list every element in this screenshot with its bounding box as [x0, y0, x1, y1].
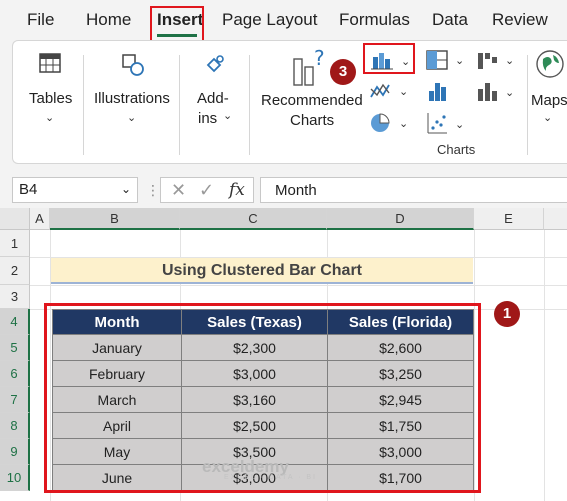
ribbon-separator: [179, 55, 180, 155]
svg-text:⌄: ⌄: [399, 85, 408, 98]
row-header-1[interactable]: 1: [0, 230, 30, 257]
table-icon: [39, 53, 61, 73]
row-header-9[interactable]: 9: [0, 439, 30, 465]
cancel-icon[interactable]: ✕: [171, 180, 186, 201]
step-marker-3: 3: [330, 59, 356, 85]
formula-buttons: ✕ ✓ fx: [160, 177, 254, 203]
svg-text:⌄: ⌄: [399, 117, 408, 130]
gridline: [30, 285, 567, 286]
watermark: exceldemy EXCEL · DATA · BI: [202, 457, 317, 481]
hierarchy-chart-button[interactable]: ⌄: [425, 47, 469, 73]
svg-text:?: ?: [314, 47, 325, 70]
tables-label: Tables: [29, 90, 73, 107]
svg-text:⌄: ⌄: [455, 54, 464, 67]
formula-bar: B4 ⌄ ⋮ ✕ ✓ fx Month: [0, 172, 567, 208]
insert-tab-highlight: [150, 6, 204, 42]
recommended-charts-icon: ?: [293, 47, 325, 86]
pie-chart-icon: ⌄: [371, 113, 408, 132]
ribbon-separator: [249, 55, 250, 155]
scatter-chart-icon: ⌄: [427, 113, 464, 134]
pie-chart-button[interactable]: ⌄: [369, 111, 413, 135]
more-icon: ⋮: [146, 182, 160, 198]
scatter-chart-button[interactable]: ⌄: [425, 111, 469, 137]
chevron-down-icon: ⌄: [45, 112, 55, 124]
row-header-7[interactable]: 7: [0, 387, 30, 413]
watermark-tagline: EXCEL · DATA · BI: [224, 474, 317, 481]
row-header-5[interactable]: 5: [0, 335, 30, 361]
column-header-f[interactable]: [544, 208, 567, 230]
row-header-10[interactable]: 10: [0, 465, 30, 491]
line-chart-icon: ⌄: [370, 83, 408, 98]
tab-home[interactable]: Home: [86, 10, 131, 30]
column-header-b[interactable]: B: [50, 208, 180, 230]
ribbon-area: Tables ⌄ Illustrations ⌄ Add- ins ⌄ ? Re…: [0, 40, 567, 172]
maps-label: Maps: [531, 92, 567, 109]
name-box[interactable]: B4 ⌄: [12, 177, 138, 203]
globe-icon: [536, 50, 564, 78]
illustrations-label: Illustrations: [94, 90, 170, 107]
row-header-4[interactable]: 4: [0, 309, 30, 335]
tab-data[interactable]: Data: [432, 10, 468, 30]
insert-function-icon[interactable]: fx: [229, 180, 245, 200]
addins-label-line1: Add-: [197, 90, 229, 107]
ribbon: Tables ⌄ Illustrations ⌄ Add- ins ⌄ ? Re…: [12, 40, 567, 164]
name-box-value: B4: [19, 181, 38, 198]
menu-bar: File Home Insert Page Layout Formulas Da…: [0, 0, 567, 40]
formula-input[interactable]: Month: [260, 177, 567, 203]
waterfall-chart-button[interactable]: ⌄: [475, 47, 519, 73]
column-header-c[interactable]: C: [180, 208, 327, 230]
chevron-down-icon[interactable]: ⌄: [121, 182, 131, 196]
addins-label-line2: ins: [198, 110, 218, 127]
histogram-chart-icon: [429, 83, 446, 101]
recommended-charts-label-line1: Recommended: [261, 92, 363, 109]
gridline: [544, 230, 545, 501]
chevron-down-icon: ⌄: [223, 110, 233, 122]
ribbon-separator: [527, 55, 528, 155]
confirm-icon[interactable]: ✓: [199, 180, 214, 201]
tab-review[interactable]: Review: [492, 10, 548, 30]
combo-chart-button[interactable]: ⌄: [475, 79, 519, 105]
addins-icon: [206, 55, 224, 73]
shapes-icon: [122, 54, 144, 76]
tab-file[interactable]: File: [27, 10, 54, 30]
column-header-e[interactable]: E: [474, 208, 544, 230]
tab-page-layout[interactable]: Page Layout: [222, 10, 317, 30]
chevron-down-icon: ⌄: [543, 112, 553, 124]
recommended-charts-label-line2: Charts: [290, 112, 335, 129]
select-all-corner[interactable]: [0, 208, 30, 230]
row-header-3[interactable]: 3: [0, 285, 30, 309]
column-header-d[interactable]: D: [327, 208, 474, 230]
row-header-2[interactable]: 2: [0, 257, 30, 285]
column-header-a[interactable]: A: [30, 208, 50, 230]
svg-text:⌄: ⌄: [455, 118, 464, 131]
row-header-8[interactable]: 8: [0, 413, 30, 439]
sheet-title-cell[interactable]: Using Clustered Bar Chart: [51, 258, 473, 284]
svg-text:⌄: ⌄: [505, 86, 514, 99]
statistic-chart-button[interactable]: [425, 79, 455, 105]
svg-text:⌄: ⌄: [505, 54, 514, 67]
tab-formulas[interactable]: Formulas: [339, 10, 410, 30]
charts-group-label: Charts: [437, 142, 476, 157]
row-header-6[interactable]: 6: [0, 361, 30, 387]
line-chart-button[interactable]: ⌄: [369, 79, 413, 103]
ribbon-separator: [83, 55, 84, 155]
treemap-chart-icon: ⌄: [426, 50, 464, 70]
waterfall-chart-icon: ⌄: [478, 53, 514, 69]
step-marker-1: 1: [494, 301, 520, 327]
column-chart-highlight: [363, 43, 415, 74]
chevron-down-icon: ⌄: [127, 112, 137, 124]
pivot-chart-icon: ⌄: [478, 83, 514, 101]
